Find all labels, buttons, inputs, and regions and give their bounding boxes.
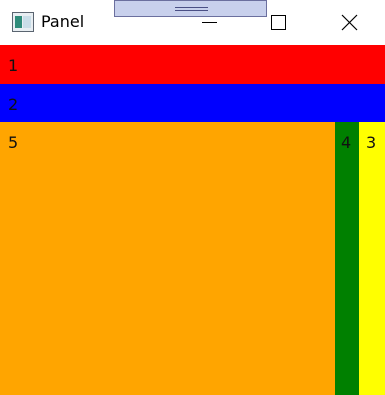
- app-window-icon: [12, 12, 34, 32]
- dock-panel-1: 1: [0, 45, 385, 84]
- minimize-icon: [202, 22, 217, 23]
- title-bar[interactable]: Panel: [0, 0, 385, 45]
- dock-panel-5: 5: [0, 122, 335, 395]
- dock-panel-4: 4: [335, 122, 359, 395]
- dock-panel-3: 3: [359, 122, 385, 395]
- close-button[interactable]: [326, 0, 372, 45]
- close-icon: [341, 14, 358, 31]
- window-title: Panel: [41, 12, 85, 31]
- dock-panel-2: 2: [0, 84, 385, 122]
- panel-5-label: 5: [8, 133, 19, 152]
- minimize-button[interactable]: [186, 0, 232, 45]
- panel-3-label: 3: [366, 133, 377, 152]
- panel-1-label: 1: [8, 56, 19, 75]
- panel-2-label: 2: [8, 95, 19, 114]
- maximize-icon: [271, 15, 286, 30]
- maximize-button[interactable]: [255, 0, 301, 45]
- panel-4-label: 4: [341, 133, 352, 152]
